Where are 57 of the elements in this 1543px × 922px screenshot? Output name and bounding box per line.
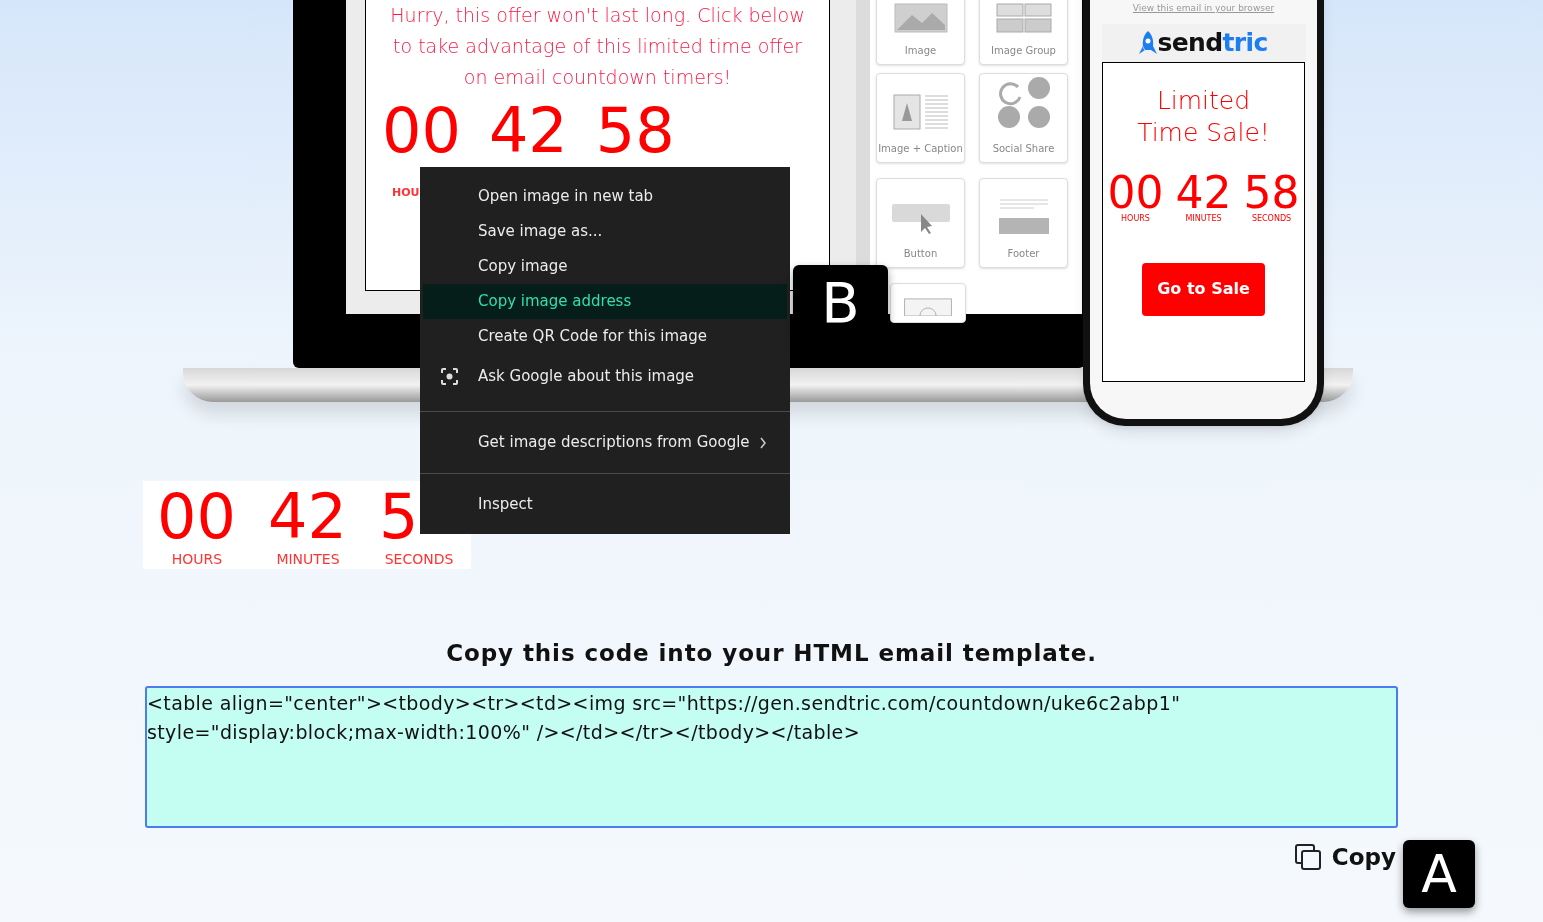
block-label: Button: [903, 247, 938, 261]
countdown-label: MINUTES: [1185, 212, 1222, 225]
block-label: Social Share: [992, 142, 1055, 156]
countdown-label: SECONDS: [1251, 212, 1292, 225]
block-label: Image + Caption: [878, 142, 963, 156]
countdown-digits: 58: [1243, 172, 1300, 213]
menu-item[interactable]: Create QR Code for this image: [423, 319, 787, 354]
menu-item[interactable]: Copy image address: [423, 284, 787, 319]
image-caption-icon: [892, 93, 949, 131]
countdown-label: HOURS: [171, 550, 223, 569]
copy-icon: [1293, 843, 1322, 872]
menu-item[interactable]: Inspect: [423, 487, 787, 522]
copy-button[interactable]: Copy: [1293, 840, 1398, 875]
block-tile[interactable]: Image Group: [979, 0, 1068, 65]
countdown-digits: 42: [268, 485, 347, 549]
chevron-right-icon: [759, 436, 767, 449]
countdown-label: HOU: [392, 185, 420, 201]
block-tile[interactable]: Button: [876, 178, 965, 268]
rocket-icon: [1139, 29, 1158, 56]
block-tile[interactable]: Social Share: [979, 73, 1068, 163]
image-icon: [901, 298, 955, 316]
block-tile[interactable]: Image + Caption: [876, 73, 965, 163]
go-to-sale-button[interactable]: Go to Sale: [1142, 262, 1265, 316]
block-label: Footer: [1007, 247, 1040, 261]
countdown-label: SECONDS: [384, 550, 454, 569]
countdown-label: HOURS: [1121, 212, 1150, 225]
callout-label: B: [793, 265, 888, 341]
countdown-digits: 42: [1175, 172, 1232, 213]
logo-text: tric: [1222, 30, 1268, 55]
lens-icon: [440, 366, 459, 386]
callout-label: A: [1403, 840, 1475, 908]
menu-item[interactable]: Ask Google about this image: [423, 354, 787, 398]
image-icon: [995, 3, 1052, 33]
countdown-digits: 42: [488, 103, 568, 159]
countdown-digits: 00: [1107, 172, 1164, 213]
instruction-heading: Copy this code into your HTML email template.: [446, 639, 1097, 668]
sale-title: Limited Time Sale!: [1136, 84, 1271, 149]
social-icons: [995, 75, 1052, 131]
menu-item[interactable]: Copy image: [423, 249, 787, 284]
block-label: Image: [904, 44, 937, 58]
block-tile[interactable]: [890, 283, 966, 323]
menu-item[interactable]: Get image descriptions from Google: [423, 425, 787, 460]
menu-item[interactable]: Save image as...: [423, 214, 787, 249]
countdown-label: MINUTES: [276, 550, 340, 569]
block-tile[interactable]: Footer: [979, 178, 1068, 268]
block-label: Image Group: [991, 44, 1056, 58]
logo-text: send: [1157, 30, 1223, 55]
countdown-digits: 00: [382, 103, 461, 159]
image-icon: [893, 3, 948, 33]
code-field[interactable]: <table align="center"><tbody><tr><td><img src="https://gen.sendtric.com/countdown/uke6c2abp1" style="display:block;max-width:100%" /></td></tr></tbody></table>: [145, 686, 1398, 828]
countdown-digits: 5: [379, 485, 419, 549]
block-tile[interactable]: Image: [876, 0, 965, 65]
footer-icon: [997, 198, 1050, 236]
countdown-digits: 00: [157, 485, 236, 549]
countdown-digits: 58: [595, 103, 675, 159]
offer-text: Hurry, this offer won't last long. Click below to take advantage of this limited time offer on email countdown timers!: [389, 3, 806, 90]
menu-item[interactable]: Open image in new tab: [423, 179, 787, 214]
